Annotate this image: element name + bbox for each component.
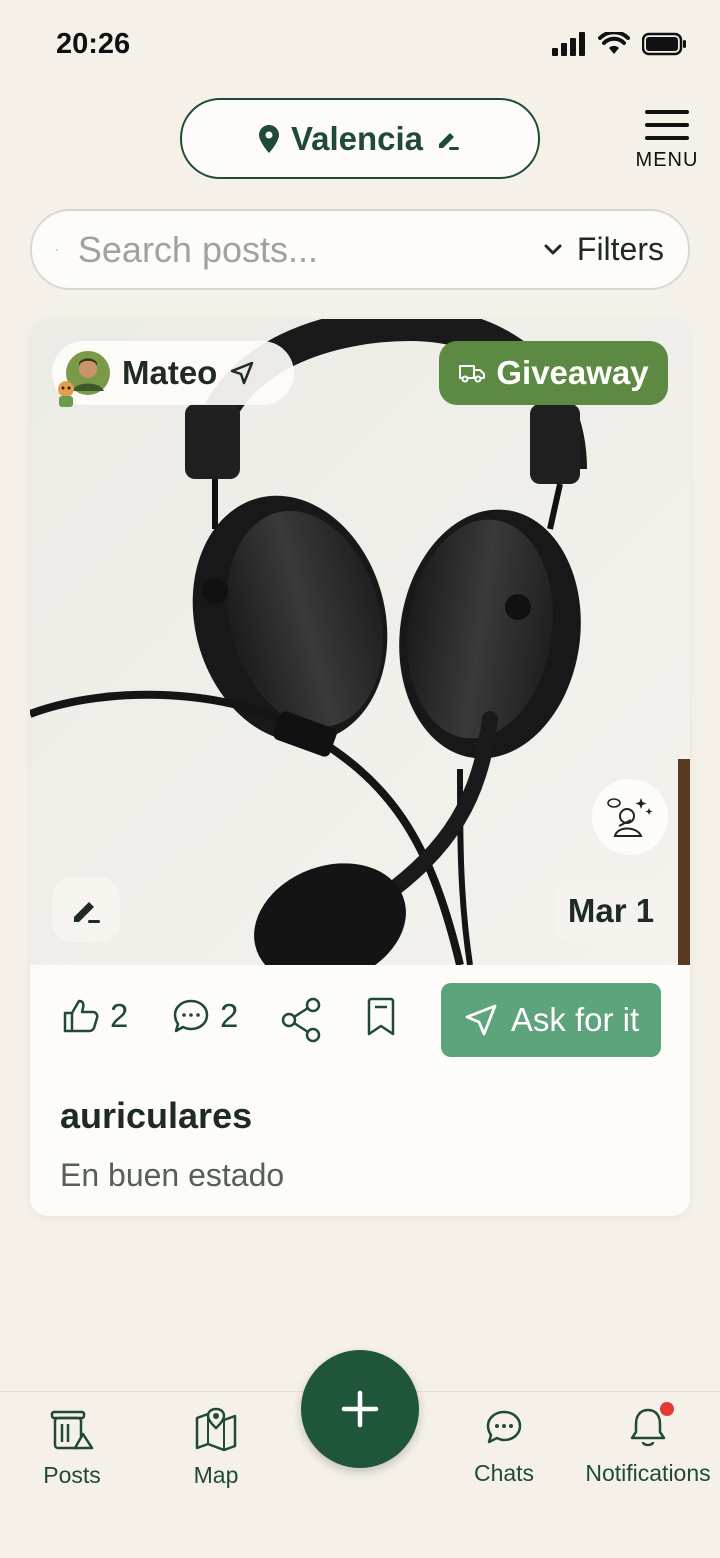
location-pin-icon: [258, 124, 279, 153]
wifi-icon: [598, 32, 630, 54]
comment-count: 2: [220, 997, 239, 1034]
share-button[interactable]: [280, 997, 322, 1043]
ask-for-it-label: Ask for it: [510, 1001, 640, 1038]
nav-label-map: Map: [193, 1462, 239, 1488]
hamburger-icon: [645, 110, 689, 140]
send-icon: [231, 361, 254, 385]
like-button[interactable]: 2: [62, 997, 128, 1035]
nav-item-map[interactable]: Map: [184, 1406, 248, 1489]
status-time: 20:26: [56, 28, 131, 60]
posts-icon: [50, 1410, 94, 1450]
search-bar: Filters: [30, 209, 690, 290]
edit-post-button[interactable]: [52, 877, 120, 943]
post-actions: 2 2 Ask for it: [30, 983, 690, 1057]
nav-item-posts[interactable]: Posts: [34, 1406, 110, 1489]
comment-icon: [173, 999, 209, 1033]
send-icon: [465, 1004, 497, 1036]
bookmark-button[interactable]: [364, 997, 398, 1037]
nav-label-notifications: Notifications: [585, 1460, 711, 1486]
comment-button[interactable]: 2: [172, 997, 238, 1035]
signal-icon: [552, 32, 585, 56]
plus-icon: [341, 1390, 379, 1428]
create-post-button[interactable]: [301, 1350, 419, 1468]
pencil-icon: [439, 132, 460, 150]
battery-icon: [642, 32, 686, 56]
post-description: En buen estado: [60, 1157, 285, 1193]
nav-item-chats[interactable]: Chats: [466, 1406, 542, 1487]
status-bar: 20:26: [0, 0, 720, 90]
filters-label: Filters: [576, 231, 664, 267]
giveaway-badge: Giveaway: [439, 341, 668, 405]
location-label: Valencia: [290, 119, 424, 157]
chevron-down-icon: [544, 244, 562, 254]
thinking-person-icon: [607, 798, 653, 837]
post-title: auriculares: [60, 1095, 253, 1136]
search-input[interactable]: [77, 228, 543, 271]
menu-button[interactable]: MENU: [632, 106, 702, 182]
share-icon: [281, 997, 321, 1043]
post-author-name: Mateo: [122, 354, 218, 391]
post-image[interactable]: [30, 319, 690, 965]
menu-label: MENU: [635, 149, 699, 171]
ai-assistant-button[interactable]: [592, 779, 668, 855]
post-card[interactable]: Mateo Giveaway Mar 1 2 2 Ask for it auri…: [30, 319, 690, 1216]
thumbs-up-icon: [63, 999, 99, 1033]
giveaway-label: Giveaway: [496, 354, 649, 391]
nav-label-posts: Posts: [43, 1462, 101, 1488]
level-badge-icon: [58, 381, 74, 407]
notification-dot: [660, 1402, 674, 1416]
post-date: Mar 1: [554, 879, 668, 943]
post-author-chip[interactable]: Mateo: [52, 341, 294, 405]
chat-icon: [486, 1410, 522, 1444]
ask-for-it-button[interactable]: Ask for it: [441, 983, 661, 1057]
pencil-icon: [74, 902, 100, 923]
search-icon: [56, 248, 58, 251]
nav-item-notifications[interactable]: Notifications: [580, 1406, 716, 1487]
like-count: 2: [110, 997, 129, 1034]
filters-button[interactable]: Filters: [543, 231, 664, 268]
location-selector[interactable]: Valencia: [180, 98, 540, 179]
bookmark-icon: [367, 997, 395, 1036]
status-icons: [552, 32, 688, 56]
truck-icon: [459, 365, 486, 383]
nav-label-chats: Chats: [473, 1460, 535, 1486]
map-icon: [195, 1407, 237, 1452]
